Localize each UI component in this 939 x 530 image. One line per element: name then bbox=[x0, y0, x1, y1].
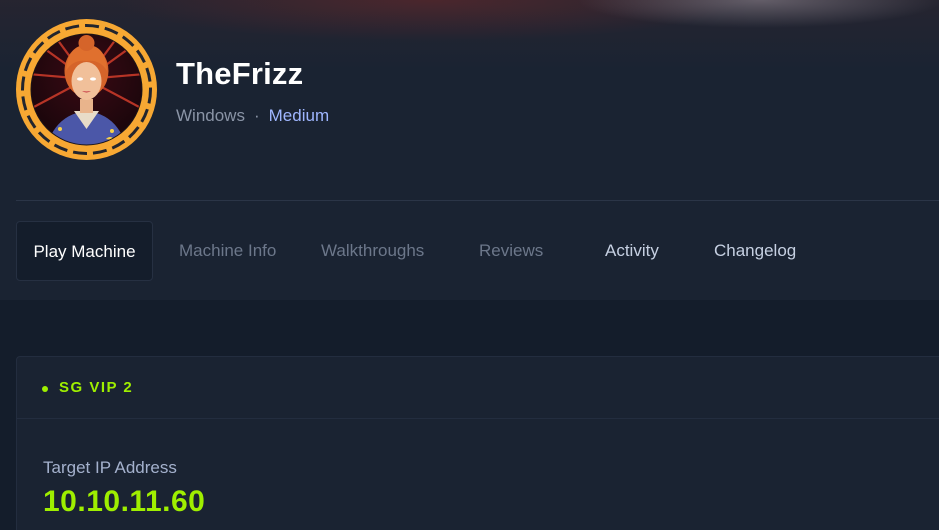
target-ip-value[interactable]: 10.10.11.60 bbox=[43, 485, 205, 519]
tab-activity[interactable]: Activity bbox=[605, 221, 659, 281]
machine-difficulty[interactable]: Medium bbox=[269, 106, 329, 125]
connection-card: SG VIP 2 Target IP Address 10.10.11.60 bbox=[16, 356, 939, 530]
machine-name: TheFrizz bbox=[176, 56, 304, 91]
meta-separator: · bbox=[253, 106, 260, 125]
tab-machine-info[interactable]: Machine Info bbox=[179, 221, 276, 281]
machine-meta: Windows · Medium bbox=[176, 106, 329, 126]
status-dot-icon bbox=[42, 386, 48, 392]
tab-play-machine[interactable]: Play Machine bbox=[16, 221, 153, 281]
machine-os: Windows bbox=[176, 106, 245, 125]
machine-tabs: Play Machine Machine Info Walkthroughs R… bbox=[16, 221, 939, 281]
vpn-server-header[interactable]: SG VIP 2 bbox=[17, 357, 939, 419]
tab-reviews[interactable]: Reviews bbox=[479, 221, 543, 281]
tab-changelog[interactable]: Changelog bbox=[714, 221, 796, 281]
target-ip-label: Target IP Address bbox=[43, 458, 177, 477]
machine-page: TheFrizz Windows · Medium Play Machine Mac… bbox=[0, 0, 939, 530]
machine-avatar bbox=[16, 19, 157, 160]
tab-walkthroughs[interactable]: Walkthroughs bbox=[321, 221, 424, 281]
vpn-server-name: SG VIP 2 bbox=[59, 379, 134, 396]
machine-header: TheFrizz Windows · Medium Play Machine Mac… bbox=[0, 0, 939, 300]
header-divider bbox=[16, 200, 939, 201]
